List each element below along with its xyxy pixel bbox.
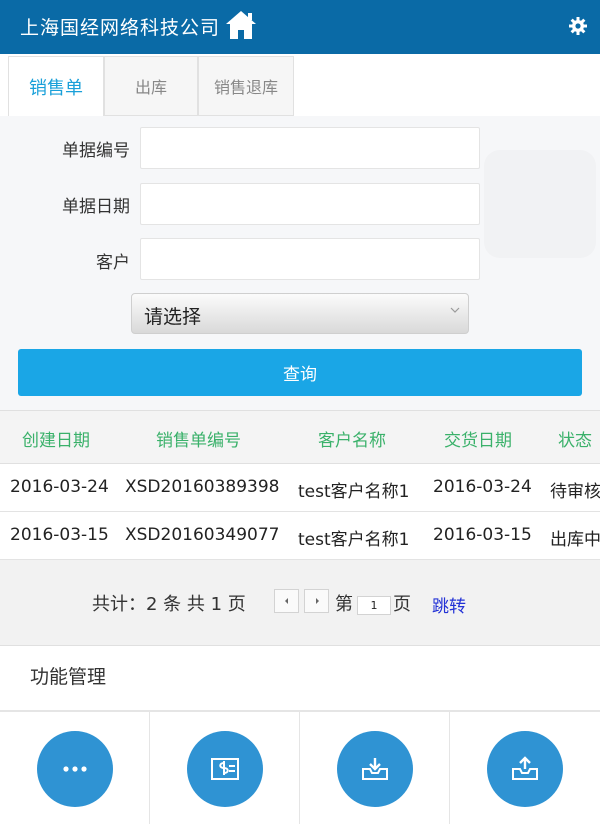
decorative-panel bbox=[484, 150, 596, 258]
function-grid bbox=[0, 710, 600, 824]
column-header[interactable]: 交货日期 bbox=[444, 426, 512, 451]
table-cell: 2016-03-15 bbox=[433, 525, 532, 545]
chevron-left-icon bbox=[284, 598, 288, 604]
inbox-out-icon bbox=[512, 756, 538, 780]
function-circle[interactable] bbox=[37, 731, 113, 807]
table-row[interactable]: 2016-03-24 XSD20160389398 test客户名称1 2016… bbox=[0, 464, 600, 512]
function-tile-receipt[interactable] bbox=[150, 712, 300, 824]
doc-date-label: 单据日期 bbox=[62, 197, 130, 217]
search-form: 单据编号 单据日期 客户 请选择 查询 bbox=[0, 116, 600, 410]
function-circle[interactable] bbox=[337, 731, 413, 807]
table-cell: 2016-03-24 bbox=[433, 477, 532, 497]
pagination: 共计：2 条 共 1 页 第 1 页 跳转 bbox=[0, 560, 600, 646]
doc-date-input[interactable] bbox=[140, 183, 480, 225]
table-cell: 待审核 bbox=[550, 482, 600, 502]
jump-link[interactable]: 跳转 bbox=[432, 592, 466, 617]
column-header[interactable]: 客户名称 bbox=[318, 426, 386, 451]
page-prefix: 第 bbox=[335, 594, 353, 615]
customer-label: 客户 bbox=[96, 253, 130, 273]
table-cell: 2016-03-15 bbox=[10, 525, 109, 545]
tab-sales-return[interactable]: 销售退库 bbox=[198, 56, 294, 116]
table-row[interactable]: 2016-03-15 XSD20160349077 test客户名称1 2016… bbox=[0, 512, 600, 560]
function-tile-inbound[interactable] bbox=[300, 712, 450, 824]
function-tile-outbound[interactable] bbox=[450, 712, 600, 824]
table-cell: test客户名称1 bbox=[298, 482, 410, 502]
function-circle[interactable] bbox=[187, 731, 263, 807]
table-cell: XSD20160389398 bbox=[125, 477, 280, 497]
tab-sales-order[interactable]: 销售单 bbox=[8, 56, 104, 116]
inbox-in-icon bbox=[362, 758, 388, 780]
more-icon bbox=[63, 766, 87, 772]
gear-icon[interactable] bbox=[568, 16, 588, 36]
query-button[interactable]: 查询 bbox=[18, 349, 582, 396]
prev-page-button[interactable] bbox=[274, 589, 299, 613]
table-cell: 出库中 bbox=[550, 530, 600, 550]
table-cell: XSD20160349077 bbox=[125, 525, 280, 545]
tab-label: 销售单 bbox=[29, 77, 83, 99]
select-value: 请选择 bbox=[144, 306, 202, 328]
pager-summary: 共计：2 条 共 1 页 bbox=[92, 594, 246, 615]
tab-label: 销售退库 bbox=[213, 78, 278, 97]
table-cell: test客户名称1 bbox=[298, 530, 410, 550]
app-header: 上海国经网络科技公司 bbox=[0, 0, 600, 54]
tab-label: 出库 bbox=[134, 78, 167, 97]
section-title: 功能管理 bbox=[30, 666, 107, 688]
home-icon[interactable] bbox=[224, 9, 258, 41]
customer-input[interactable] bbox=[140, 238, 480, 280]
table-header: 创建日期 销售单编号 客户名称 交货日期 状态 bbox=[0, 410, 600, 464]
column-header[interactable]: 状态 bbox=[558, 426, 592, 451]
receipt-icon bbox=[211, 758, 239, 780]
function-tile-more[interactable] bbox=[0, 712, 150, 824]
tab-outbound[interactable]: 出库 bbox=[104, 56, 198, 116]
doc-number-input[interactable] bbox=[140, 127, 480, 169]
chevron-right-icon bbox=[315, 598, 319, 604]
app-title: 上海国经网络科技公司 bbox=[20, 17, 221, 39]
tab-bar: 销售单 出库 销售退库 bbox=[0, 54, 600, 116]
table-cell: 2016-03-24 bbox=[10, 477, 109, 497]
doc-number-label: 单据编号 bbox=[62, 141, 130, 161]
page-suffix: 页 bbox=[393, 594, 411, 615]
function-section: 功能管理 bbox=[0, 646, 600, 710]
column-header[interactable]: 创建日期 bbox=[22, 426, 90, 451]
function-circle[interactable] bbox=[487, 731, 563, 807]
chevron-down-icon bbox=[450, 307, 460, 313]
column-header[interactable]: 销售单编号 bbox=[156, 426, 241, 451]
next-page-button[interactable] bbox=[304, 589, 329, 613]
page-number-input[interactable]: 1 bbox=[357, 596, 391, 615]
status-select[interactable]: 请选择 bbox=[131, 293, 469, 334]
